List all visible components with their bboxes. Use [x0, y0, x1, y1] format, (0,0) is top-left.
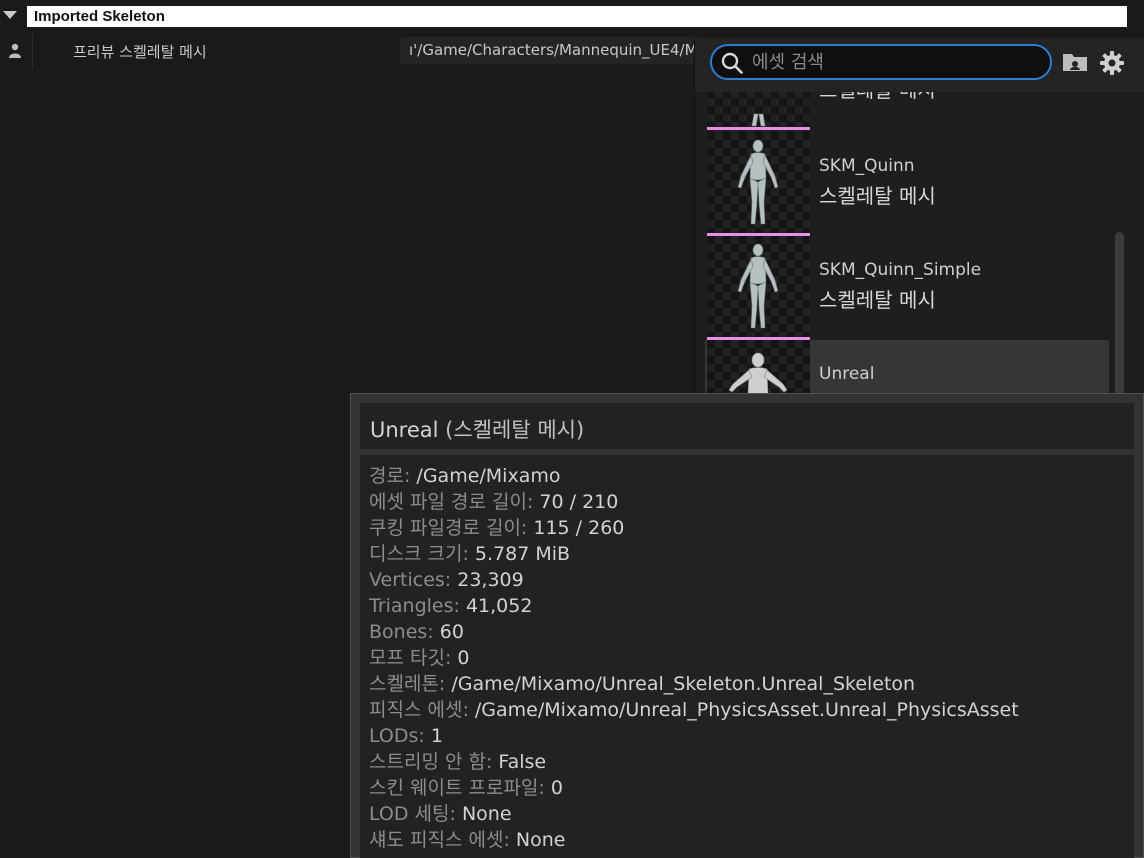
tooltip-property-key: Triangles:	[369, 595, 460, 617]
collapse-arrow-icon[interactable]	[3, 11, 17, 19]
tooltip-property-value: None	[515, 829, 566, 851]
asset-list[interactable]: 스켈레탈 메시 SKM_Quinn 스켈레탈 메시	[695, 92, 1144, 398]
tooltip-asset-type: (스켈레탈 메시)	[445, 418, 585, 442]
tooltip-body: 경로: /Game/Mixamo 에셋 파일 경로 길이: 70 / 210 쿠킹 …	[360, 455, 1134, 858]
tooltip-property-row: LODs: 1	[369, 723, 1019, 749]
tooltip-property-row: 모프 타깃: 0	[369, 645, 1019, 671]
property-label: 프리뷰 스켈레탈 메시	[73, 43, 207, 61]
tooltip-property-row: Triangles: 41,052	[369, 593, 1019, 619]
tooltip-property-key: LOD 세팅:	[369, 803, 456, 825]
asset-type-bar	[707, 127, 810, 130]
asset-thumbnail	[707, 92, 810, 127]
asset-name: SKM_Quinn	[819, 156, 915, 176]
tooltip-property-value: 0	[457, 647, 470, 669]
tooltip-property-value: /Game/Mixamo	[416, 465, 561, 487]
tooltip-property-row: 스트리밍 안 함: False	[369, 749, 1019, 775]
tooltip-property-key: 쿠킹 파일경로 길이:	[369, 517, 528, 539]
asset-list-item-selected[interactable]: Unreal	[705, 340, 1109, 398]
tooltip-header: Unreal (스켈레탈 메시)	[360, 403, 1134, 449]
mesh-path-combo[interactable]: ı'/Game/Characters/Mannequin_UE4/M	[400, 37, 700, 64]
asset-list-item[interactable]: SKM_Quinn_Simple 스켈레탈 메시	[705, 236, 1109, 340]
tooltip-property-key: 섀도 피직스 에셋:	[369, 829, 510, 851]
tooltip-property-key: 피직스 에셋:	[369, 699, 469, 721]
search-icon	[721, 52, 743, 74]
tooltip-property-key: 스트리밍 안 함:	[369, 751, 493, 773]
scrollbar-thumb[interactable]	[1115, 232, 1124, 398]
search-box[interactable]	[710, 44, 1052, 80]
tooltip-property-value: /Game/Mixamo/Unreal_PhysicsAsset.Unreal_…	[474, 699, 1019, 721]
tooltip-property-value: 1	[430, 725, 443, 747]
tooltip-property-value: None	[461, 803, 512, 825]
tooltip-title: Unreal (스켈레탈 메시)	[370, 414, 584, 444]
asset-tooltip: Unreal (스켈레탈 메시) 경로: /Game/Mixamo 에셋 파일 경…	[350, 393, 1144, 858]
tooltip-property-value: 5.787 MiB	[474, 543, 571, 565]
tooltip-property-key: Vertices:	[369, 569, 452, 591]
row-divider	[32, 33, 33, 69]
tooltip-property-row: 디스크 크기: 5.787 MiB	[369, 541, 1019, 567]
tooltip-property-key: LODs:	[369, 725, 425, 747]
asset-list-item[interactable]: 스켈레탈 메시	[705, 92, 1109, 130]
asset-thumbnail	[707, 132, 810, 233]
asset-picker-dropdown: 스켈레탈 메시 SKM_Quinn 스켈레탈 메시	[694, 38, 1144, 398]
asset-thumbnail	[707, 340, 810, 398]
section-header[interactable]: Imported Skeleton	[0, 0, 1144, 33]
tooltip-property-row: 섀도 피직스 에셋: None	[369, 827, 1019, 853]
tooltip-property-key: 모프 타깃:	[369, 647, 452, 669]
tooltip-property-value: 115 / 260	[533, 517, 625, 539]
tooltip-property-key: 디스크 크기:	[369, 543, 469, 565]
asset-name: Unreal	[819, 364, 875, 384]
person-icon	[9, 43, 21, 58]
asset-name: SKM_Quinn_Simple	[819, 260, 982, 280]
tooltip-property-value: 41,052	[465, 595, 533, 617]
tooltip-property-row: Bones: 60	[369, 619, 1019, 645]
tooltip-properties: 경로: /Game/Mixamo 에셋 파일 경로 길이: 70 / 210 쿠킹 …	[369, 463, 1019, 853]
asset-type: 스켈레탈 메시	[819, 92, 936, 103]
tooltip-property-row: 스킨 웨이트 프로파일: 0	[369, 775, 1019, 801]
tooltip-property-value: 0	[550, 777, 563, 799]
tooltip-property-key: 스킨 웨이트 프로파일:	[369, 777, 545, 799]
tooltip-property-value: 60	[439, 621, 464, 643]
asset-list-item[interactable]: SKM_Quinn 스켈레탈 메시	[705, 132, 1109, 236]
tooltip-property-row: 에셋 파일 경로 길이: 70 / 210	[369, 489, 1019, 515]
tooltip-property-row: 피직스 에셋: /Game/Mixamo/Unreal_PhysicsAsset…	[369, 697, 1019, 723]
asset-type: 스켈레탈 메시	[819, 288, 936, 312]
tooltip-property-value: 23,309	[457, 569, 524, 591]
search-input[interactable]	[752, 50, 1042, 74]
asset-type: 스켈레탈 메시	[819, 184, 936, 208]
tooltip-property-value: False	[498, 751, 547, 773]
gear-icon[interactable]	[1099, 50, 1125, 76]
tooltip-property-key: Bones:	[369, 621, 434, 643]
tooltip-property-value: /Game/Mixamo/Unreal_Skeleton.Unreal_Skel…	[451, 673, 916, 695]
tooltip-property-row: 경로: /Game/Mixamo	[369, 463, 1019, 489]
tooltip-property-key: 에셋 파일 경로 길이:	[369, 491, 534, 513]
section-title: Imported Skeleton	[27, 6, 1127, 27]
tooltip-property-key: 경로:	[369, 465, 411, 487]
tooltip-property-key: 스켈레톤:	[369, 673, 446, 695]
tooltip-property-row: 쿠킹 파일경로 길이: 115 / 260	[369, 515, 1019, 541]
tooltip-property-row: Vertices: 23,309	[369, 567, 1019, 593]
tooltip-property-row: LOD 세팅: None	[369, 801, 1019, 827]
folder-icon[interactable]	[1061, 50, 1089, 74]
tooltip-property-row: 스켈레톤: /Game/Mixamo/Unreal_Skeleton.Unrea…	[369, 671, 1019, 697]
asset-thumbnail	[707, 236, 810, 337]
tooltip-asset-name: Unreal	[370, 418, 439, 442]
tooltip-property-value: 70 / 210	[539, 491, 619, 513]
